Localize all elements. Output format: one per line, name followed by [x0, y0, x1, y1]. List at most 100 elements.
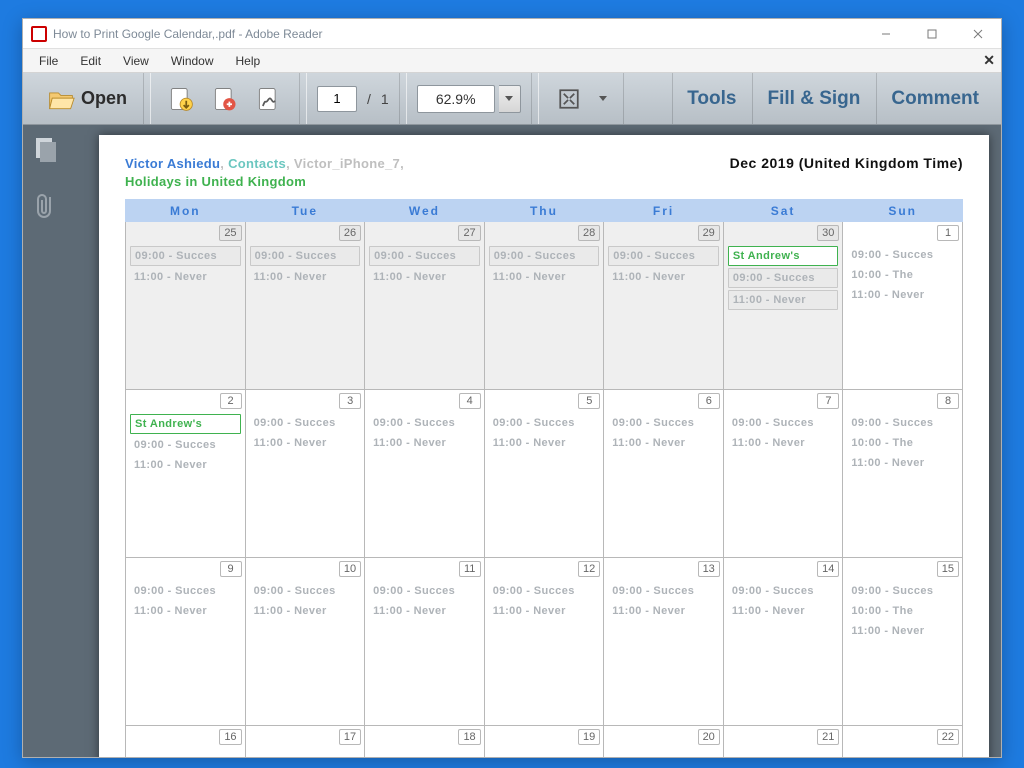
event: 11:00 - Never [489, 434, 600, 452]
calendar-cell: 13 09:00 - Succes 11:00 - Never [604, 558, 724, 726]
event: 11:00 - Never [369, 434, 480, 452]
event: 09:00 - Succes [250, 246, 361, 266]
minimize-button[interactable] [863, 19, 909, 49]
open-button[interactable]: Open [41, 80, 133, 118]
menu-bar: File Edit View Window Help ✕ [23, 49, 1001, 73]
pdf-app-icon [31, 26, 47, 42]
page-viewport[interactable]: Victor Ashiedu, Contacts, Victor_iPhone_… [69, 125, 1001, 757]
menu-view[interactable]: View [113, 51, 159, 71]
calendar-cell: 25 09:00 - Succes 11:00 - Never [126, 222, 246, 390]
page-number-input[interactable] [317, 86, 357, 112]
date-badge: 26 [339, 225, 361, 241]
event: 09:00 - Succes [608, 582, 719, 600]
event-holiday: St Andrew's [728, 246, 839, 266]
event: 11:00 - Never [369, 268, 480, 286]
convert-button[interactable] [205, 80, 245, 118]
date-badge: 1 [937, 225, 959, 241]
calendar-cell: 28 09:00 - Succes 11:00 - Never [484, 222, 604, 390]
calendar-cell: 8 09:00 - Succes 10:00 - The 11:00 - Nev… [843, 390, 963, 558]
window-title: How to Print Google Calendar,.pdf - Adob… [53, 27, 863, 41]
event: 11:00 - Never [608, 602, 719, 620]
event: 09:00 - Succes [489, 414, 600, 432]
event: 11:00 - Never [250, 268, 361, 286]
date-badge: 19 [578, 729, 600, 745]
event: 09:00 - Succes [728, 414, 839, 432]
calendar-cell: 10 09:00 - Succes 11:00 - Never [245, 558, 365, 726]
attachments-icon[interactable] [35, 192, 57, 225]
close-button[interactable] [955, 19, 1001, 49]
calendar-cell: 15 09:00 - Succes 10:00 - The 11:00 - Ne… [843, 558, 963, 726]
comment-panel-button[interactable]: Comment [876, 73, 993, 124]
calendar-cell: 22 [843, 726, 963, 757]
calendar-header: Victor Ashiedu, Contacts, Victor_iPhone_… [125, 155, 963, 191]
date-badge: 13 [698, 561, 720, 577]
calendar-owners: Victor Ashiedu, Contacts, Victor_iPhone_… [125, 155, 404, 191]
date-badge: 20 [698, 729, 720, 745]
weekday-sat: Sat [723, 200, 843, 222]
weekday-wed: Wed [365, 200, 485, 222]
document-area: Victor Ashiedu, Contacts, Victor_iPhone_… [23, 125, 1001, 757]
date-badge: 5 [578, 393, 600, 409]
owner-iphone: Victor_iPhone_7 [294, 156, 400, 171]
calendar-cell: 1 09:00 - Succes 10:00 - The 11:00 - Nev… [843, 222, 963, 390]
menu-help[interactable]: Help [226, 51, 271, 71]
convert-pdf-icon [211, 85, 239, 113]
pdf-page: Victor Ashiedu, Contacts, Victor_iPhone_… [99, 135, 989, 757]
event: 11:00 - Never [489, 602, 600, 620]
calendar-cell: 19 [484, 726, 604, 757]
calendar-cell: 18 [365, 726, 485, 757]
owner-holidays: Holidays in United Kingdom [125, 174, 306, 189]
event: 09:00 - Succes [489, 246, 600, 266]
weekday-mon: Mon [126, 200, 246, 222]
calendar-row: 25 09:00 - Succes 11:00 - Never 26 09:00… [126, 222, 963, 390]
chevron-down-icon [505, 96, 513, 101]
view-dropdown[interactable] [593, 80, 613, 118]
menu-file[interactable]: File [29, 51, 68, 71]
owner-contacts: Contacts [228, 156, 286, 171]
fill-sign-panel-button[interactable]: Fill & Sign [752, 73, 874, 124]
export-pdf-button[interactable] [161, 80, 201, 118]
calendar-grid: Mon Tue Wed Thu Fri Sat Sun 25 09:00 - S… [125, 199, 963, 757]
weekday-sun: Sun [843, 200, 963, 222]
zoom-dropdown[interactable] [499, 85, 521, 113]
menu-edit[interactable]: Edit [70, 51, 111, 71]
export-pdf-icon [167, 85, 195, 113]
event: 11:00 - Never [847, 622, 958, 640]
event: 11:00 - Never [728, 434, 839, 452]
maximize-button[interactable] [909, 19, 955, 49]
toolbar: Open / 1 62.9% [23, 73, 1001, 125]
weekday-tue: Tue [245, 200, 365, 222]
event: 09:00 - Succes [728, 268, 839, 288]
date-badge: 29 [698, 225, 720, 241]
page-total: 1 [381, 91, 389, 107]
calendar-cell: 12 09:00 - Succes 11:00 - Never [484, 558, 604, 726]
calendar-cell: 9 09:00 - Succes 11:00 - Never [126, 558, 246, 726]
menu-window[interactable]: Window [161, 51, 224, 71]
date-badge: 17 [339, 729, 361, 745]
event: 09:00 - Succes [847, 414, 958, 432]
date-badge: 21 [817, 729, 839, 745]
date-badge: 14 [817, 561, 839, 577]
date-badge: 2 [220, 393, 242, 409]
calendar-cell: 21 [723, 726, 843, 757]
event: 09:00 - Succes [369, 414, 480, 432]
tools-panel-button[interactable]: Tools [672, 73, 750, 124]
fit-screen-button[interactable] [549, 80, 589, 118]
sign-button[interactable] [249, 80, 289, 118]
event: 11:00 - Never [369, 602, 480, 620]
tab-close-icon[interactable]: ✕ [983, 52, 995, 69]
thumbnails-icon[interactable] [34, 137, 58, 168]
owner-name: Victor Ashiedu [125, 156, 220, 171]
folder-open-icon [47, 85, 75, 113]
calendar-cell: 27 09:00 - Succes 11:00 - Never [365, 222, 485, 390]
date-badge: 7 [817, 393, 839, 409]
chevron-down-icon [599, 96, 607, 101]
calendar-row: 2 St Andrew's 09:00 - Succes 11:00 - Nev… [126, 390, 963, 558]
zoom-value[interactable]: 62.9% [417, 85, 495, 113]
calendar-cell: 3 09:00 - Succes 11:00 - Never [245, 390, 365, 558]
event: 09:00 - Succes [130, 582, 241, 600]
event: 11:00 - Never [728, 602, 839, 620]
calendar-row: 16 17 18 19 20 21 22 [126, 726, 963, 757]
date-badge: 4 [459, 393, 481, 409]
date-badge: 16 [219, 729, 241, 745]
